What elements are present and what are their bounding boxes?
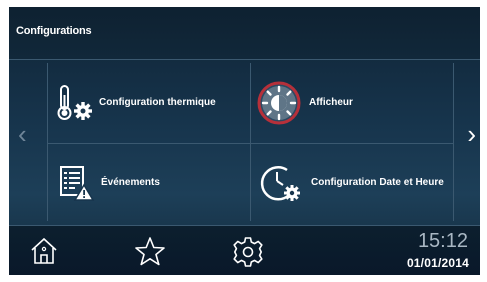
tile-events[interactable]: Événements — [55, 151, 245, 215]
event-log-warning-icon — [60, 166, 95, 201]
bottom-bar: 15:12 01/01/2014 — [9, 225, 480, 275]
screen: Configurations ‹ › Configuration thermiq… — [9, 7, 480, 275]
page-title: Configurations — [16, 25, 92, 37]
tile-thermal-config[interactable]: Configuration thermique — [55, 71, 245, 135]
title-bar: Configurations — [9, 7, 480, 60]
tile-date-time-config[interactable]: Configuration Date et Heure — [259, 151, 449, 215]
divider — [47, 143, 454, 144]
thermometer-gear-icon — [57, 85, 92, 120]
tile-label: Configuration thermique — [99, 97, 216, 108]
tile-label: Configuration Date et Heure — [311, 177, 444, 188]
brightness-icon — [257, 81, 301, 125]
divider — [47, 63, 48, 221]
divider — [250, 63, 251, 221]
clock-gear-icon — [260, 166, 300, 201]
settings-gear-icon[interactable] — [232, 236, 264, 268]
tile-display[interactable]: Afficheur — [257, 71, 447, 135]
tile-label: Afficheur — [309, 97, 353, 108]
clock-time: 15:12 — [417, 230, 468, 252]
favorites-star-icon[interactable] — [134, 236, 166, 266]
clock-date: 01/01/2014 — [406, 256, 469, 270]
previous-page-arrow[interactable]: ‹ — [18, 119, 27, 150]
divider — [453, 63, 454, 221]
tile-label: Événements — [101, 177, 160, 188]
home-icon[interactable] — [29, 236, 59, 266]
next-page-arrow[interactable]: › — [467, 119, 476, 150]
